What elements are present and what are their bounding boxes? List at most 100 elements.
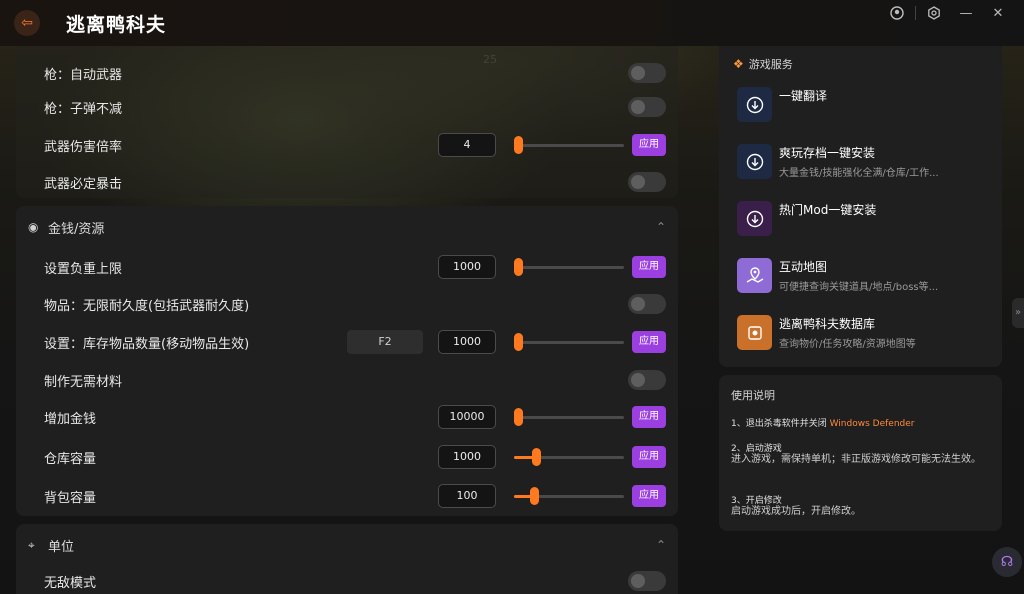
row-guaranteed-crit: 武器必定暴击 <box>44 167 666 197</box>
row-label: 无敌模式 <box>44 575 97 591</box>
service-title: 逃离鸭科夫数据库 <box>779 317 876 331</box>
unit-icon: ⌖ <box>28 537 35 552</box>
slider-knob[interactable] <box>514 333 523 351</box>
service-item-translate[interactable]: 一键翻译 <box>737 87 987 127</box>
row-add-money: 增加金钱 10000 应用 <box>44 402 666 432</box>
services-title: 游戏服务 <box>748 58 793 71</box>
section-header[interactable]: ◉ 金钱/资源 ⌃ <box>28 206 666 248</box>
row-label: 仓库容量 <box>44 451 97 467</box>
row-carry-limit: 设置负重上限 1000 应用 <box>44 252 666 282</box>
service-subtitle: 大量金钱/技能强化全满/仓库/工作... <box>779 168 939 179</box>
app-title: 逃离鸭科夫 <box>66 13 167 36</box>
chevron-up-icon[interactable]: ⌃ <box>656 538 666 552</box>
service-item-save-install[interactable]: 爽玩存档一键安装 大量金钱/技能强化全满/仓库/工作... <box>737 144 987 184</box>
row-infinite-durability: 物品：无限耐久度(包括武器耐久度) <box>44 289 666 319</box>
toggle-switch[interactable] <box>628 63 666 83</box>
toggle-switch[interactable] <box>628 172 666 192</box>
row-god-mode: 无敌模式 <box>44 566 666 594</box>
minimize-icon[interactable]: — <box>950 0 982 26</box>
unit-section: ⌖ 单位 ⌃ 无敌模式 <box>16 524 678 594</box>
service-subtitle: 查询物价/任务攻略/资源地图等 <box>779 339 916 350</box>
toggle-switch[interactable] <box>628 571 666 591</box>
slider-knob[interactable] <box>514 136 523 154</box>
download-icon <box>737 201 772 236</box>
apply-button[interactable]: 应用 <box>632 331 666 353</box>
headset-support-icon[interactable]: ☊ <box>992 547 1022 577</box>
slider-track <box>514 416 624 419</box>
row-label: 物品：无限耐久度(包括武器耐久度) <box>44 298 250 314</box>
row-storage-capacity: 仓库容量 1000 应用 <box>44 442 666 472</box>
money-section: ◉ 金钱/资源 ⌃ 设置负重上限 1000 应用 物品：无限耐久度(包括武器耐久… <box>16 206 678 516</box>
weapon-section: 枪：自动武器 枪：子弹不减 武器伤害倍率 4 应用 武器必定暴击 <box>16 46 678 198</box>
close-icon[interactable]: ✕ <box>982 0 1014 26</box>
row-no-crafting-materials: 制作无需材料 <box>44 365 666 395</box>
slider-knob[interactable] <box>514 408 523 426</box>
service-item-mod-install[interactable]: 热门Mod一键安装 <box>737 201 987 241</box>
value-slider[interactable] <box>514 486 624 506</box>
service-item-interactive-map[interactable]: 互动地图 可便捷查询关键道具/地点/boss等... <box>737 258 987 298</box>
row-damage-multiplier: 武器伤害倍率 4 应用 <box>44 130 666 160</box>
map-icon <box>737 258 772 293</box>
row-infinite-ammo: 枪：子弹不减 <box>44 92 666 122</box>
value-input[interactable]: 4 <box>438 133 496 157</box>
value-slider[interactable] <box>514 447 624 467</box>
apply-button[interactable]: 应用 <box>632 134 666 156</box>
value-input[interactable]: 1000 <box>438 330 496 354</box>
title-bar: ⇦ 逃离鸭科夫 — ✕ <box>0 0 1024 46</box>
value-slider[interactable] <box>514 332 624 352</box>
usage-instructions-panel: 使用说明 1、退出杀毒软件并关闭 Windows Defender 2、启动游戏… <box>719 375 1002 531</box>
value-slider[interactable] <box>514 407 624 427</box>
help-step-3-body: 启动游戏成功后，开启修改。 <box>731 506 861 517</box>
help-step-1-text: 1、退出杀毒软件并关闭 <box>731 419 827 429</box>
section-header[interactable]: ⌖ 单位 ⌃ <box>28 524 666 566</box>
slider-knob[interactable] <box>514 258 523 276</box>
slider-knob[interactable] <box>530 487 539 505</box>
service-subtitle: 可便捷查询关键道具/地点/boss等... <box>779 282 939 293</box>
row-label: 背包容量 <box>44 490 97 506</box>
money-bag-icon: ◉ <box>28 220 39 234</box>
section-title: 金钱/资源 <box>48 221 105 237</box>
row-label: 枪：自动武器 <box>44 67 123 83</box>
toggle-switch[interactable] <box>628 97 666 117</box>
apply-button[interactable]: 应用 <box>632 446 666 468</box>
row-label: 枪：子弹不减 <box>44 101 123 117</box>
settings-icon[interactable] <box>918 0 950 26</box>
collapse-sidebar-handle[interactable]: » <box>1012 298 1024 328</box>
help-step-1-highlight: Windows Defender <box>829 419 915 429</box>
separator <box>915 6 916 20</box>
row-label: 增加金钱 <box>44 411 97 427</box>
help-title: 使用说明 <box>731 389 775 402</box>
user-icon[interactable] <box>881 0 913 26</box>
apply-button[interactable]: 应用 <box>632 256 666 278</box>
row-label: 武器必定暴击 <box>44 176 123 192</box>
service-title: 互动地图 <box>779 260 828 274</box>
slider-track <box>514 341 624 344</box>
value-slider[interactable] <box>514 257 624 277</box>
slider-knob[interactable] <box>532 448 541 466</box>
hotkey-button[interactable]: F2 <box>347 330 423 354</box>
back-button[interactable]: ⇦ <box>14 10 40 36</box>
database-icon <box>737 315 772 350</box>
row-backpack-capacity: 背包容量 100 应用 <box>44 481 666 511</box>
value-slider[interactable] <box>514 135 624 155</box>
service-item-database[interactable]: 逃离鸭科夫数据库 查询物价/任务攻略/资源地图等 <box>737 315 987 355</box>
value-input[interactable]: 100 <box>438 484 496 508</box>
services-header: ❖ 游戏服务 <box>733 56 793 72</box>
value-input[interactable]: 1000 <box>438 255 496 279</box>
help-step-1: 1、退出杀毒软件并关闭 Windows Defender <box>731 416 914 429</box>
apply-button[interactable]: 应用 <box>632 485 666 507</box>
help-step-2-body: 进入游戏，需保持单机；非正版游戏修改可能无法生效。 <box>731 454 981 465</box>
slider-track <box>514 266 624 269</box>
value-input[interactable]: 10000 <box>438 405 496 429</box>
slider-track <box>514 144 624 147</box>
apply-button[interactable]: 应用 <box>632 406 666 428</box>
download-icon <box>737 87 772 122</box>
download-icon <box>737 144 772 179</box>
section-title: 单位 <box>48 539 75 555</box>
value-input[interactable]: 1000 <box>438 445 496 469</box>
window-controls: — ✕ <box>881 0 1014 26</box>
chevron-up-icon[interactable]: ⌃ <box>656 220 666 234</box>
game-services-panel: ❖ 游戏服务 一键翻译 爽玩存档一键安装 大量金钱/技能强化全满/仓库/工作..… <box>719 46 1002 367</box>
toggle-switch[interactable] <box>628 294 666 314</box>
toggle-switch[interactable] <box>628 370 666 390</box>
